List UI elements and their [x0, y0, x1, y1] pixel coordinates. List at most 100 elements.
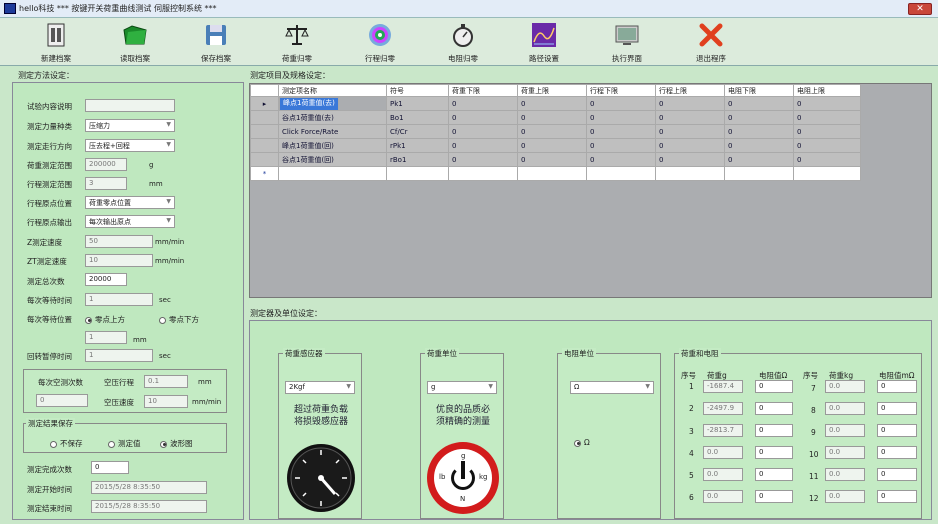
wait-mm-input[interactable]: 1 — [85, 331, 127, 344]
col-header[interactable]: 荷重上限 — [517, 84, 587, 97]
cal-load-input[interactable]: 0.0 — [825, 424, 865, 437]
cal-res-input[interactable]: 0 — [755, 380, 793, 393]
table-cell[interactable]: rBo1 — [386, 152, 449, 167]
table-cell[interactable] — [278, 166, 387, 181]
table-row[interactable]: 谷点1荷重值(去) Bo1 0 0 0 0 0 0 — [250, 110, 861, 125]
col-header[interactable]: 行程下限 — [586, 84, 656, 97]
col-header[interactable]: 行程上限 — [655, 84, 725, 97]
table-cell[interactable]: Pk1 — [386, 96, 449, 111]
cal-load-input[interactable]: 0.0 — [825, 490, 865, 503]
table-cell[interactable]: 0 — [517, 138, 587, 153]
resistance-unit-select[interactable]: Ω ▼ — [570, 381, 654, 394]
col-header[interactable]: 荷重下限 — [448, 84, 518, 97]
table-cell[interactable]: 0 — [448, 110, 518, 125]
ohm-radio[interactable]: Ω — [574, 438, 590, 447]
table-cell[interactable]: 0 — [586, 124, 656, 139]
table-cell[interactable]: 0 — [793, 138, 861, 153]
cal-res-input[interactable]: 0 — [755, 490, 793, 503]
table-cell[interactable]: 0 — [724, 138, 794, 153]
table-cell[interactable]: Click Force/Rate — [278, 124, 387, 139]
load-range-input[interactable]: 200000 — [85, 158, 127, 171]
z-speed-input[interactable]: 50 — [85, 235, 153, 248]
close-button[interactable]: ✕ — [908, 3, 932, 15]
origin-out-select[interactable]: 每次输出原点 ▼ — [85, 215, 175, 228]
cal-load-input[interactable]: -2497.9 — [703, 402, 743, 415]
col-header[interactable]: 电阻上限 — [793, 84, 861, 97]
cal-res-input[interactable]: 0 — [877, 468, 917, 481]
table-cell[interactable] — [448, 166, 518, 181]
cal-res-input[interactable]: 0 — [755, 468, 793, 481]
table-cell[interactable]: 0 — [517, 152, 587, 167]
run-screen-button[interactable]: 执行界面 — [592, 20, 662, 64]
table-cell[interactable]: 0 — [724, 110, 794, 125]
table-row[interactable]: 谷点1荷重值(回) rBo1 0 0 0 0 0 0 — [250, 152, 861, 167]
desc-input[interactable] — [85, 99, 175, 112]
table-row[interactable]: Click Force/Rate Cf/Cr 0 0 0 0 0 0 — [250, 124, 861, 139]
sensor-select[interactable]: 2Kgf ▼ — [285, 381, 355, 394]
table-cell[interactable]: 0 — [448, 96, 518, 111]
cal-load-input[interactable]: 0.0 — [825, 380, 865, 393]
done-count-input[interactable]: 0 — [91, 461, 129, 474]
table-cell[interactable] — [386, 166, 449, 181]
table-cell[interactable]: 峰点1荷重值(回) — [278, 138, 387, 153]
cal-load-input[interactable]: 0.0 — [703, 490, 743, 503]
load-unit-select[interactable]: g ▼ — [427, 381, 497, 394]
cal-res-input[interactable]: 0 — [877, 446, 917, 459]
cal-load-input[interactable]: 0.0 — [825, 468, 865, 481]
table-cell[interactable] — [517, 166, 587, 181]
table-cell[interactable]: 0 — [586, 152, 656, 167]
total-input[interactable]: 20000 — [85, 273, 127, 286]
resistance-zero-button[interactable]: 电阻归零 — [428, 20, 498, 64]
table-cell[interactable]: 0 — [586, 110, 656, 125]
table-row[interactable]: ▸ 峰点1荷重值(去) Pk1 0 0 0 0 0 0 — [250, 96, 861, 111]
table-cell[interactable]: 0 — [793, 96, 861, 111]
table-cell[interactable]: 峰点1荷重值(去) — [279, 97, 339, 111]
empty-stroke-input[interactable]: 0.1 — [144, 375, 188, 388]
empty-speed-input[interactable]: 10 — [144, 395, 188, 408]
cal-res-input[interactable]: 0 — [877, 424, 917, 437]
cal-res-input[interactable]: 0 — [877, 380, 917, 393]
cal-load-input[interactable]: 0.0 — [825, 402, 865, 415]
cal-res-input[interactable]: 0 — [877, 490, 917, 503]
cal-res-input[interactable]: 0 — [755, 424, 793, 437]
table-cell[interactable]: 0 — [586, 138, 656, 153]
table-cell[interactable] — [655, 166, 725, 181]
return-time-input[interactable]: 1 — [85, 349, 153, 362]
table-cell[interactable]: 0 — [724, 124, 794, 139]
table-cell[interactable]: 0 — [655, 138, 725, 153]
table-cell[interactable] — [724, 166, 794, 181]
table-cell[interactable]: 0 — [586, 96, 656, 111]
table-cell[interactable]: 0 — [793, 152, 861, 167]
wait-time-input[interactable]: 1 — [85, 293, 153, 306]
table-cell[interactable]: Cf/Cr — [386, 124, 449, 139]
col-header[interactable]: 电阻下限 — [724, 84, 794, 97]
save-waveform-radio[interactable]: 波形图 — [160, 438, 193, 449]
stroke-range-input[interactable]: 3 — [85, 177, 127, 190]
empty-run-count-input[interactable]: 0 — [36, 394, 88, 407]
table-cell[interactable]: 0 — [793, 124, 861, 139]
table-cell[interactable]: 0 — [517, 110, 587, 125]
stroke-zero-button[interactable]: 行程归零 — [345, 20, 415, 64]
table-cell[interactable]: 0 — [655, 152, 725, 167]
cal-load-input[interactable]: -1687.4 — [703, 380, 743, 393]
wait-pos-below-radio[interactable]: 零点下方 — [159, 314, 199, 325]
table-cell[interactable]: 0 — [448, 152, 518, 167]
col-header[interactable]: 测定项名称 — [278, 84, 387, 97]
force-type-select[interactable]: 压缩力 ▼ — [85, 119, 175, 132]
direction-select[interactable]: 压去程+回程 ▼ — [85, 139, 175, 152]
start-time-input[interactable]: 2015/5/28 8:35:50 — [91, 481, 207, 494]
cal-res-input[interactable]: 0 — [877, 402, 917, 415]
table-cell[interactable]: rPk1 — [386, 138, 449, 153]
end-time-input[interactable]: 2015/5/28 8:35:50 — [91, 500, 207, 513]
open-file-button[interactable]: 读取档案 — [100, 20, 170, 64]
origin-pos-select[interactable]: 荷重零点位置 ▼ — [85, 196, 175, 209]
wait-pos-above-radio[interactable]: 零点上方 — [85, 314, 125, 325]
save-button[interactable]: 保存档案 — [181, 20, 251, 64]
table-cell[interactable]: 0 — [655, 124, 725, 139]
table-cell[interactable]: 0 — [793, 110, 861, 125]
table-cell[interactable]: 谷点1荷重值(去) — [278, 110, 387, 125]
save-none-radio[interactable]: 不保存 — [50, 438, 83, 449]
table-cell[interactable] — [586, 166, 656, 181]
save-values-radio[interactable]: 测定值 — [108, 438, 141, 449]
cal-res-input[interactable]: 0 — [755, 446, 793, 459]
